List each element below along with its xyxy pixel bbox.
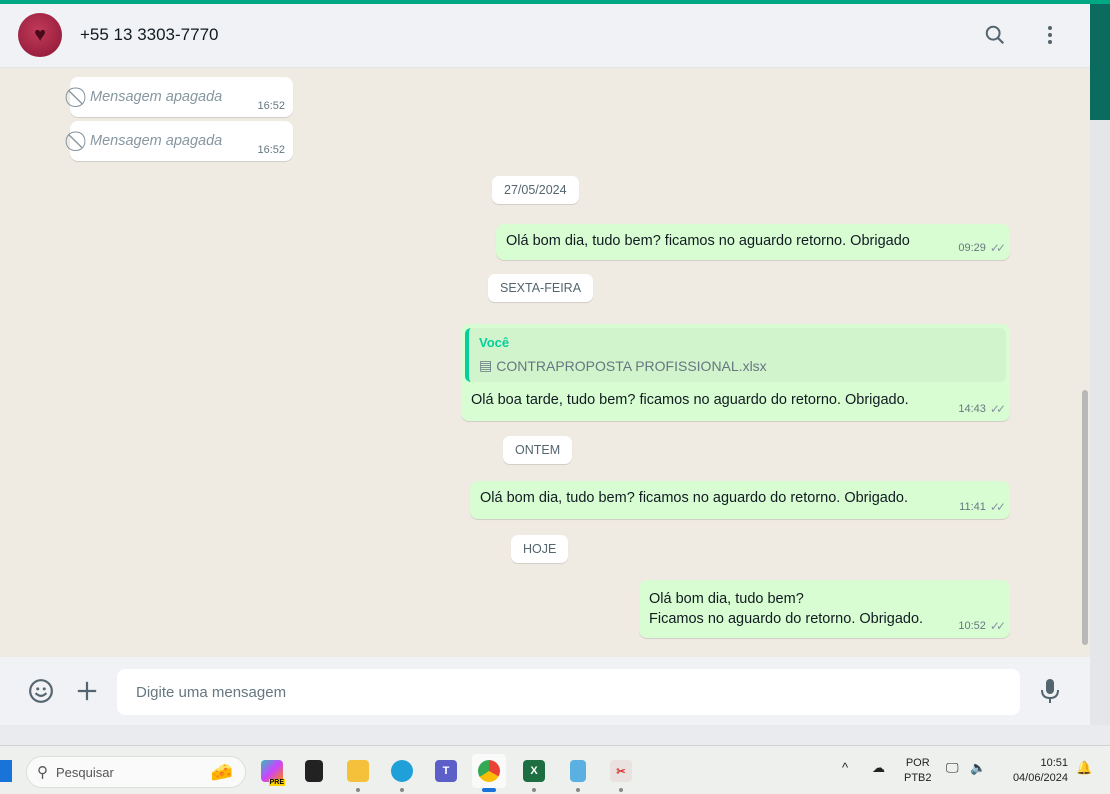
volume-icon[interactable]: 🔈 [970,760,986,775]
search-icon: ⚲ [37,764,48,781]
document-icon: ▤ [479,357,493,373]
taskbar: ⚲ Pesquisar 🧀 PRE T X ✂ ^ ☁ POR PTB2 🖵 🔈 … [0,745,1110,794]
message-outgoing[interactable]: Olá bom dia, tudo bem? Ficamos no aguard… [639,580,1010,638]
message-outgoing[interactable]: Olá bom dia, tudo bem? ficamos no aguard… [470,481,1010,519]
message-list: ⃠Mensagem apagada 16:52 ⃠Mensagem apagad… [0,68,1090,657]
search-icon[interactable] [982,22,1008,48]
composer [0,657,1090,725]
network-icon[interactable]: 🖵 [946,760,959,775]
notepad-icon[interactable] [561,754,595,792]
edge-icon[interactable] [385,754,419,792]
window-edge [1090,4,1110,725]
microphone-icon[interactable] [1036,677,1064,705]
double-check-icon: ✓✓ [989,402,1006,416]
avatar[interactable]: ♥ [18,13,62,57]
file-explorer-icon[interactable] [341,754,375,792]
search-highlight-icon: 🧀 [210,761,233,782]
excel-icon[interactable]: X [517,754,551,792]
emoji-icon[interactable] [27,677,55,705]
notification-bell-icon[interactable]: 🔔 [1076,760,1092,775]
language-indicator[interactable]: POR PTB2 [904,756,932,786]
task-view-icon[interactable] [297,754,331,788]
teams-icon[interactable]: T [429,754,463,788]
date-divider: 27/05/2024 [492,176,579,204]
quoted-message[interactable]: Você ▤ CONTRAPROPOSTA PROFISSIONAL.xlsx [465,328,1006,382]
start-icon[interactable] [0,760,12,782]
chat-header: ♥ +55 13 3303-7770 [0,4,1090,68]
onedrive-offline-icon[interactable]: ☁ [872,760,885,775]
double-check-icon: ✓✓ [989,500,1006,514]
contact-name[interactable]: +55 13 3303-7770 [80,25,219,45]
message-deleted[interactable]: ⃠Mensagem apagada 16:52 [70,121,293,161]
date-divider: HOJE [511,535,569,563]
message-outgoing[interactable]: Olá bom dia, tudo bem? ficamos no aguard… [496,224,1010,260]
menu-icon[interactable] [1037,22,1063,48]
date-divider: ONTEM [503,436,573,464]
copilot-icon[interactable]: PRE [255,754,289,788]
snipping-tool-icon[interactable]: ✂ [604,754,638,792]
chrome-icon[interactable] [472,754,506,792]
double-check-icon: ✓✓ [989,619,1006,633]
date-divider: SEXTA-FEIRA [488,274,594,302]
message-deleted[interactable]: ⃠Mensagem apagada 16:52 [70,77,293,117]
message-input[interactable] [117,669,1020,715]
plus-icon[interactable] [73,677,101,705]
clock[interactable]: 10:51 04/06/2024 [1004,756,1068,786]
message-outgoing[interactable]: Você ▤ CONTRAPROPOSTA PROFISSIONAL.xlsx O… [461,324,1010,421]
taskbar-search[interactable]: ⚲ Pesquisar 🧀 [26,756,246,788]
double-check-icon: ✓✓ [989,241,1006,255]
scrollbar[interactable] [1082,390,1088,645]
show-hidden-icons[interactable]: ^ [842,760,848,775]
